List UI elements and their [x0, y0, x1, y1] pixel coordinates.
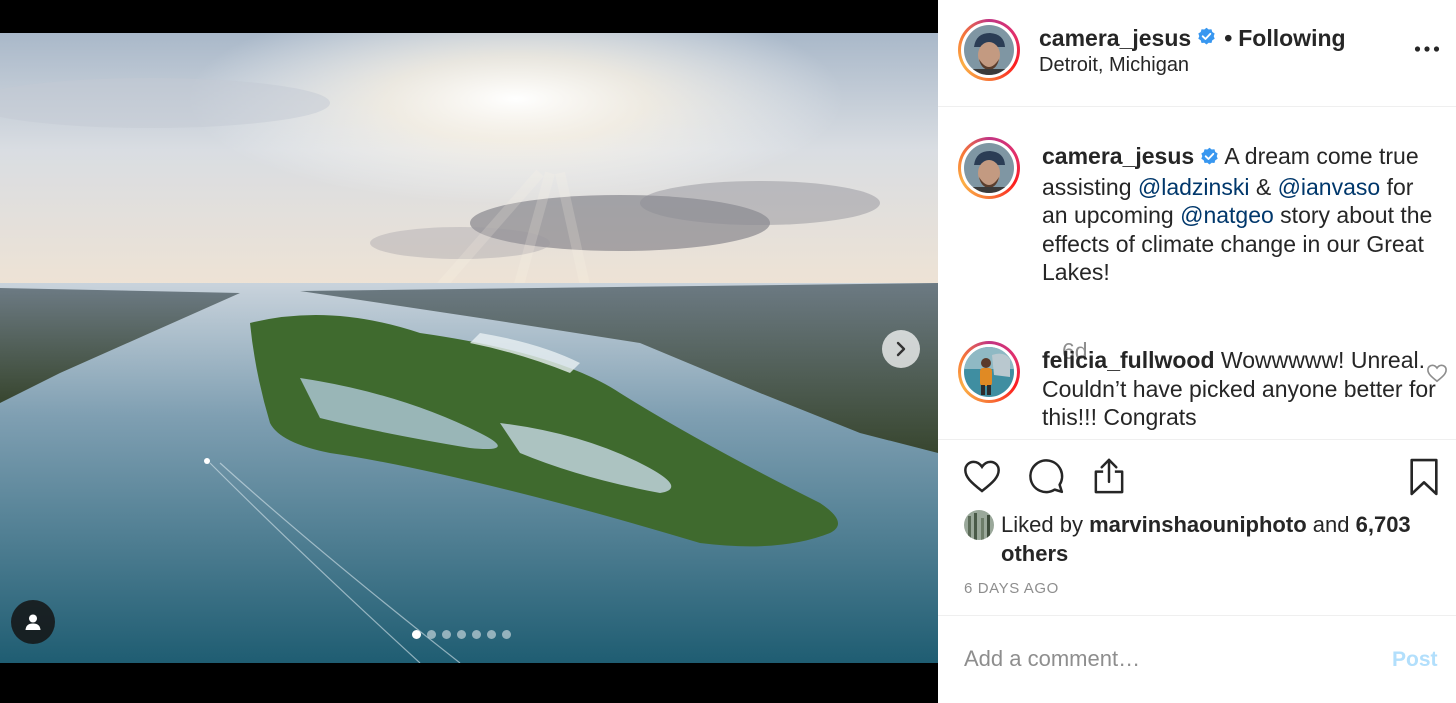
carousel-dot — [472, 630, 481, 639]
mention-link[interactable]: @ladzinski — [1138, 174, 1250, 200]
follow-status-button[interactable]: Following — [1238, 25, 1345, 52]
verified-badge-icon — [1200, 144, 1219, 173]
post-side-panel: camera_jesus • Following Detroit, Michig… — [938, 0, 1456, 703]
caption-author-photo — [964, 143, 1014, 193]
commenter-avatar[interactable] — [958, 341, 1020, 403]
heart-icon — [1427, 364, 1447, 383]
mention-link[interactable]: @ianvaso — [1278, 174, 1381, 200]
likes-joiner: and — [1312, 512, 1350, 537]
post-header: camera_jesus • Following Detroit, Michig… — [938, 0, 1456, 107]
caption-text-segment: & — [1249, 173, 1278, 200]
comment-like-button[interactable] — [1426, 363, 1448, 388]
bookmark-icon — [1410, 458, 1438, 496]
add-comment-section: Post — [938, 615, 1456, 703]
carousel-dot — [487, 630, 496, 639]
carousel-dot — [457, 630, 466, 639]
caption-author-avatar[interactable] — [958, 137, 1020, 199]
verified-badge-icon — [1197, 25, 1216, 52]
likes-prefix: Liked by — [1001, 512, 1083, 537]
liker-username[interactable]: marvinshaouniphoto — [1089, 512, 1307, 537]
post-media — [0, 0, 938, 703]
author-username[interactable]: camera_jesus — [1039, 25, 1191, 52]
liker-photo — [964, 510, 994, 540]
header-user-line: camera_jesus • Following — [1039, 25, 1346, 52]
comment-username[interactable]: felicia_fullwood — [1042, 347, 1215, 373]
carousel-dot — [442, 630, 451, 639]
carousel-indicator — [412, 630, 511, 639]
more-options-icon — [1414, 46, 1440, 52]
carousel-dot — [412, 630, 421, 639]
post-photo[interactable] — [0, 33, 938, 663]
heart-icon — [964, 460, 1000, 493]
author-avatar[interactable] — [958, 19, 1020, 81]
caption-username[interactable]: camera_jesus — [1042, 143, 1194, 169]
carousel-dot — [427, 630, 436, 639]
likes-summary: Liked by marvinshaouniphoto and 6,703 ot… — [964, 510, 1434, 568]
save-button[interactable] — [1408, 457, 1440, 502]
share-icon — [1094, 458, 1124, 494]
header-separator: • — [1224, 25, 1233, 51]
comment-button[interactable] — [1027, 457, 1065, 500]
author-photo — [964, 25, 1014, 75]
liker-avatar[interactable] — [964, 510, 994, 540]
user-tag-icon — [25, 614, 41, 630]
commenter-photo — [964, 347, 1014, 397]
comment-text: felicia_fullwood Wowwwww! Unreal. Couldn… — [1042, 346, 1442, 432]
post-actions-bar — [938, 441, 1456, 511]
comment-icon — [1029, 459, 1064, 494]
carousel-next-button[interactable] — [882, 330, 920, 368]
post-timestamp[interactable]: 6 DAYS AGO — [964, 580, 1059, 597]
comments-list[interactable]: camera_jesus A dream come true assisting… — [938, 108, 1456, 440]
mention-link[interactable]: @natgeo — [1180, 202, 1274, 228]
caption-text: camera_jesus A dream come true assisting… — [1042, 142, 1442, 287]
post-location[interactable]: Detroit, Michigan — [1039, 54, 1189, 77]
carousel-dot — [502, 630, 511, 639]
tagged-users-button[interactable] — [11, 600, 55, 644]
more-options-button[interactable] — [1414, 40, 1440, 58]
aerial-photo-illustration — [0, 33, 938, 663]
share-button[interactable] — [1091, 457, 1127, 500]
comment-input[interactable] — [964, 646, 1364, 672]
post-comment-button[interactable]: Post — [1392, 648, 1438, 672]
like-button[interactable] — [962, 457, 1002, 500]
next-arrow-icon — [896, 341, 906, 357]
